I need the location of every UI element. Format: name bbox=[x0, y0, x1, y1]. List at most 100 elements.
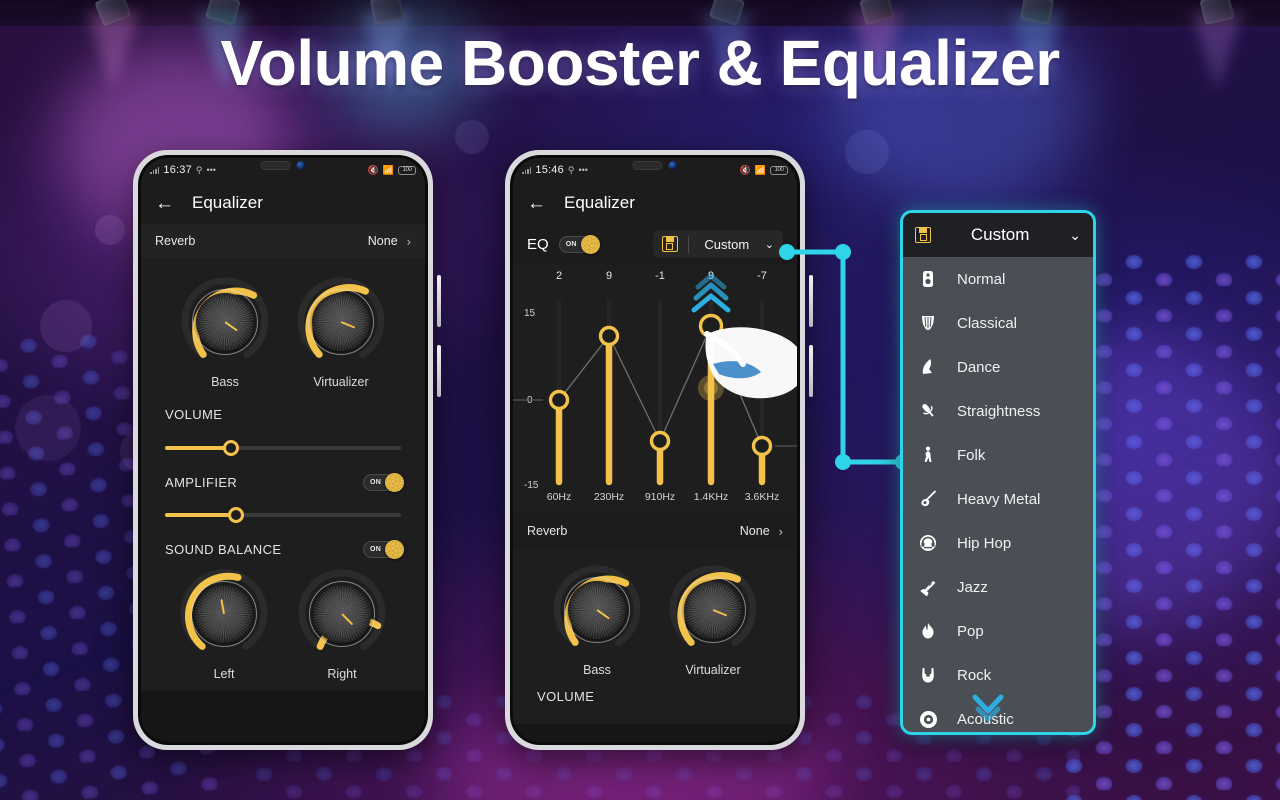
bokeh-circle bbox=[845, 130, 889, 174]
volume-slider-thumb[interactable] bbox=[223, 440, 240, 456]
divider bbox=[687, 235, 689, 253]
preset-dropdown-panel[interactable]: Custom ⌄ Normal Classical Dance Straight… bbox=[900, 210, 1096, 735]
reverb-row[interactable]: Reverb None › bbox=[513, 514, 797, 548]
battery-indicator: 100 bbox=[770, 165, 788, 175]
reverb-label: Reverb bbox=[155, 234, 196, 248]
preset-label: Acoustic bbox=[957, 710, 1014, 728]
preset-label: Jazz bbox=[957, 578, 988, 596]
phone-right: 15:46 ⚲ ••• 🔇 📶 100 ← Equalizer EQ ON Cu… bbox=[505, 150, 813, 750]
phone-left-screen: 16:37 ⚲ ••• 🔇 📶 100 ← Equalizer Reverb N… bbox=[141, 158, 425, 742]
more-icon: ••• bbox=[206, 164, 216, 175]
preset-list[interactable]: Normal Classical Dance Straightness Folk bbox=[903, 257, 1093, 732]
band-frequency: 1.4KHz bbox=[693, 491, 729, 503]
back-arrow-icon[interactable]: ← bbox=[527, 194, 546, 213]
preset-item-folk[interactable]: Folk bbox=[903, 433, 1093, 477]
preset-item-hip-hop[interactable]: Hip Hop bbox=[903, 521, 1093, 565]
app-header: ← Equalizer bbox=[141, 182, 425, 224]
preset-item-classical[interactable]: Classical bbox=[903, 301, 1093, 345]
knob-label: Bass bbox=[211, 375, 239, 389]
equalizer-graph[interactable]: 2 9 -1 9 -7 15 0 -15 bbox=[513, 264, 797, 514]
phone-left: 16:37 ⚲ ••• 🔇 📶 100 ← Equalizer Reverb N… bbox=[133, 150, 441, 750]
preset-item-dance[interactable]: Dance bbox=[903, 345, 1093, 389]
status-time: 16:37 bbox=[163, 164, 192, 176]
background-top-strip bbox=[0, 0, 1280, 26]
amplifier-toggle[interactable]: ON bbox=[363, 473, 404, 492]
preset-selector[interactable]: Custom ⌄ bbox=[652, 230, 783, 258]
volume-label: VOLUME bbox=[165, 407, 223, 422]
status-bar: 15:46 ⚲ ••• 🔇 📶 100 bbox=[513, 158, 797, 182]
sound-balance-label: SOUND BALANCE bbox=[165, 542, 282, 557]
amplifier-slider[interactable] bbox=[165, 507, 401, 523]
app-title: Equalizer bbox=[564, 193, 635, 212]
tone-knobs-section: Bass Virtualizer bbox=[513, 548, 797, 683]
knob-label: Bass bbox=[583, 663, 611, 677]
phone-power-button[interactable] bbox=[437, 345, 441, 397]
signal-icon bbox=[522, 166, 532, 174]
speaker-icon bbox=[917, 268, 939, 290]
page-title: Volume Booster & Equalizer bbox=[220, 27, 1060, 99]
toggle-knob bbox=[385, 540, 404, 559]
knob-label: Virtualizer bbox=[685, 663, 741, 677]
band-frequency: 910Hz bbox=[644, 491, 676, 503]
sound-balance-toggle[interactable]: ON bbox=[363, 540, 404, 559]
toggle-knob bbox=[580, 234, 600, 254]
eq-control-bar: EQ ON Custom ⌄ bbox=[513, 224, 797, 264]
back-arrow-icon[interactable]: ← bbox=[155, 194, 174, 213]
toggle-knob bbox=[385, 473, 404, 492]
flame-icon bbox=[917, 620, 939, 642]
knob-bass[interactable]: Bass bbox=[179, 276, 271, 389]
knob-virtualizer[interactable]: Virtualizer bbox=[667, 564, 759, 677]
phone-volume-button[interactable] bbox=[437, 275, 441, 327]
save-icon[interactable] bbox=[661, 236, 678, 252]
preset-label: Pop bbox=[957, 622, 984, 640]
volume-label: VOLUME bbox=[537, 689, 595, 704]
knob-right[interactable]: Right bbox=[296, 568, 388, 681]
folk-dancer-icon bbox=[917, 444, 939, 466]
nfc-icon: ⚲ bbox=[195, 164, 203, 175]
phone-power-button[interactable] bbox=[809, 345, 813, 397]
knob-left[interactable]: Left bbox=[178, 568, 270, 681]
preset-item-pop[interactable]: Pop bbox=[903, 609, 1093, 653]
knob-bass[interactable]: Bass bbox=[551, 564, 643, 677]
save-icon[interactable] bbox=[915, 227, 931, 243]
chevron-down-icon: ⌄ bbox=[764, 238, 774, 251]
preset-item-jazz[interactable]: Jazz bbox=[903, 565, 1093, 609]
chevron-right-icon: › bbox=[406, 233, 411, 249]
chevron-down-icon[interactable]: ⌄ bbox=[1069, 227, 1081, 244]
trumpet-icon bbox=[917, 576, 939, 598]
knob-virtualizer[interactable]: Virtualizer bbox=[295, 276, 387, 389]
volume-slider[interactable] bbox=[165, 440, 401, 456]
phone-volume-button[interactable] bbox=[809, 275, 813, 327]
notch bbox=[632, 161, 678, 170]
preset-label: Hip Hop bbox=[957, 534, 1012, 552]
eq-toggle[interactable]: ON bbox=[558, 234, 600, 254]
preset-item-normal[interactable]: Normal bbox=[903, 257, 1093, 301]
status-time: 15:46 bbox=[535, 164, 564, 176]
preset-label: Classical bbox=[957, 314, 1018, 332]
battery-indicator: 100 bbox=[398, 165, 416, 175]
mute-icon: 🔇 bbox=[739, 164, 751, 175]
amplifier-section: AMPLIFIER ON bbox=[141, 460, 425, 527]
amplifier-slider-thumb[interactable] bbox=[227, 507, 244, 523]
reverb-row[interactable]: Reverb None › bbox=[141, 224, 425, 258]
reverb-label: Reverb bbox=[527, 524, 568, 538]
preset-label: Straightness bbox=[957, 402, 1041, 420]
preset-item-heavy-metal[interactable]: Heavy Metal bbox=[903, 477, 1093, 521]
band-frequency: 60Hz bbox=[546, 491, 572, 503]
preset-item-straightness[interactable]: Straightness bbox=[903, 389, 1093, 433]
preset-item-acoustic[interactable]: Acoustic bbox=[903, 694, 1093, 732]
status-bar: 16:37 ⚲ ••• 🔇 📶 100 bbox=[141, 158, 425, 182]
wifi-icon: 📶 bbox=[754, 164, 766, 175]
dropdown-selected-preset: Custom bbox=[970, 225, 1030, 244]
knob-label: Left bbox=[213, 667, 235, 681]
preset-label: Rock bbox=[957, 666, 992, 684]
app-title: Equalizer bbox=[192, 193, 263, 212]
signal-icon bbox=[150, 166, 160, 174]
eq-toggle-label: ON bbox=[565, 240, 577, 248]
preset-name: Custom bbox=[704, 236, 750, 252]
electric-guitar-icon bbox=[917, 488, 939, 510]
preset-item-rock[interactable]: Rock bbox=[903, 653, 1093, 697]
preset-label: Dance bbox=[957, 358, 1001, 376]
bokeh-circle bbox=[40, 300, 92, 352]
dropdown-header[interactable]: Custom ⌄ bbox=[903, 213, 1093, 257]
